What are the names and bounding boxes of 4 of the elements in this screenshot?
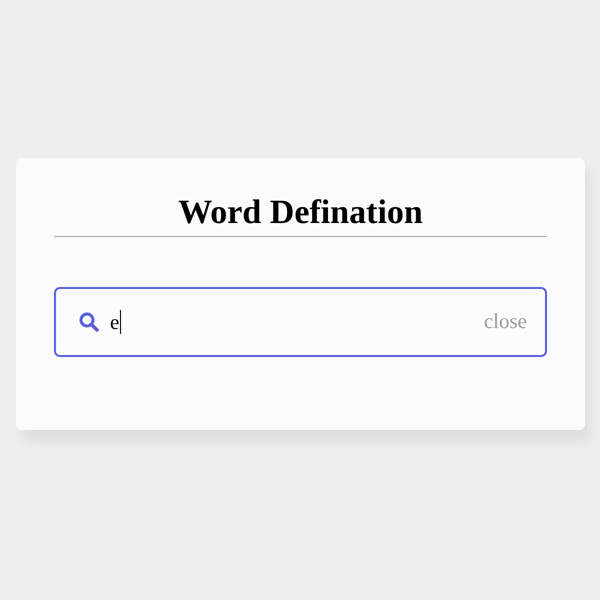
search-field[interactable]: e close [54, 287, 547, 357]
card-title: Word Defination [177, 193, 424, 233]
search-text: e [110, 310, 122, 334]
search-icon [78, 311, 100, 333]
